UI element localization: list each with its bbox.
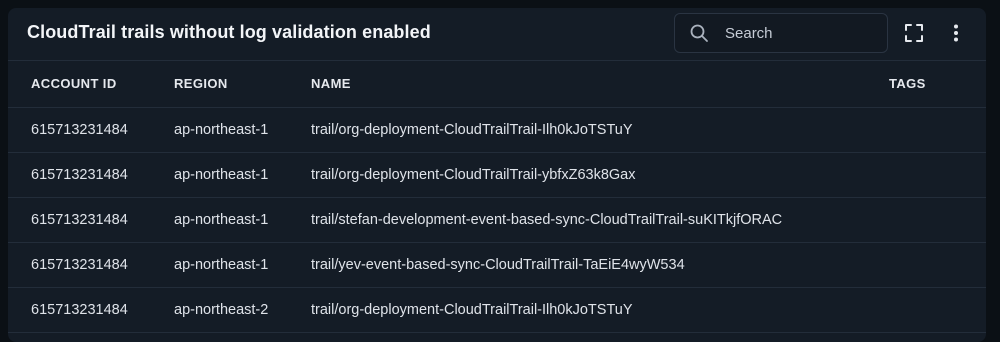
table-row[interactable]: 615713231484 ap-northeast-1 trail/org-de… xyxy=(8,153,986,198)
account-id-cell: 615713231484 xyxy=(31,212,128,228)
column-header-region[interactable]: REGION xyxy=(174,61,228,107)
name-cell: trail/yev-event-based-sync-CloudTrailTra… xyxy=(311,257,685,273)
column-header-tags[interactable]: TAGS xyxy=(889,61,926,107)
fullscreen-button[interactable] xyxy=(902,21,926,45)
account-id-cell: 615713231484 xyxy=(31,302,128,318)
column-header-account-id[interactable]: ACCOUNT ID xyxy=(31,61,117,107)
table-row[interactable]: 615713231484 ap-northeast-1 trail/yev-ev… xyxy=(8,243,986,288)
account-id-cell: 615713231484 xyxy=(31,257,128,273)
table-header: ACCOUNT ID REGION NAME TAGS xyxy=(8,61,986,108)
account-id-cell: 615713231484 xyxy=(31,167,128,183)
page-title: CloudTrail trails without log validation… xyxy=(27,22,431,42)
name-cell: trail/org-deployment-CloudTrailTrail-Ilh… xyxy=(311,302,633,318)
table-row[interactable]: 615713231484 ap-northeast-1 trail/stefan… xyxy=(8,198,986,243)
column-header-name[interactable]: NAME xyxy=(311,61,351,107)
report-panel: CloudTrail trails without log validation… xyxy=(8,8,986,342)
search-icon xyxy=(689,23,709,43)
name-cell: trail/stefan-development-event-based-syn… xyxy=(311,212,783,228)
name-cell: trail/org-deployment-CloudTrailTrail-Ilh… xyxy=(311,122,633,138)
region-cell: ap-northeast-2 xyxy=(174,302,269,318)
region-cell: ap-northeast-1 xyxy=(174,212,269,228)
account-id-cell: 615713231484 xyxy=(31,122,128,138)
more-vertical-icon xyxy=(946,23,966,43)
table-row[interactable]: 615713231484 ap-northeast-2 trail/org-de… xyxy=(8,288,986,333)
table-row[interactable]: 615713231484 ap-northeast-1 trail/org-de… xyxy=(8,108,986,153)
search-input[interactable] xyxy=(723,23,877,43)
fullscreen-icon xyxy=(904,23,924,43)
more-options-button[interactable] xyxy=(944,21,968,45)
panel-header: CloudTrail trails without log validation… xyxy=(8,8,986,61)
region-cell: ap-northeast-1 xyxy=(174,122,269,138)
search-box[interactable] xyxy=(674,13,888,53)
name-cell: trail/org-deployment-CloudTrailTrail-ybf… xyxy=(311,167,636,183)
region-cell: ap-northeast-1 xyxy=(174,257,269,273)
region-cell: ap-northeast-1 xyxy=(174,167,269,183)
